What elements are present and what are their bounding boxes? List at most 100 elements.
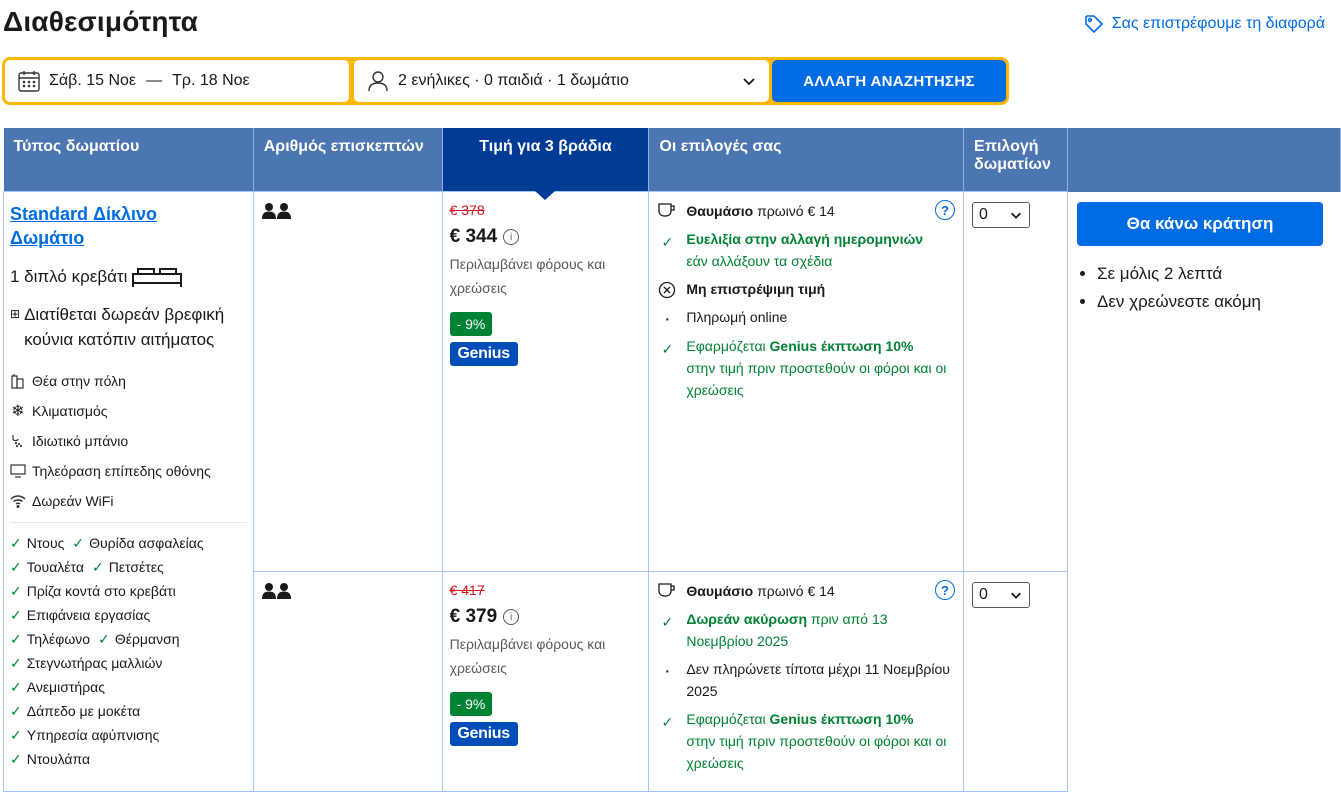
room-type-cell: Standard Δίκλινο Δωμάτιο 1 διπλό κρεβάτι … — [3, 191, 254, 792]
check-icon: ✓ — [10, 726, 22, 743]
amenity-item: ✓ Πετσέτες — [91, 558, 164, 576]
genius-discount-option: ✓ Εφαρμόζεται Genius έκπτωση 10% στην τιμ… — [656, 708, 956, 774]
shower-icon — [12, 435, 23, 448]
original-price: € 378 — [449, 202, 485, 218]
info-icon[interactable]: i — [503, 609, 520, 625]
amenity-item: ✓ Τουαλέτα — [10, 558, 84, 576]
options-cell: ? Θαυμάσιο πρωινό € 14 ✓ Δωρεάν ακύρωση … — [648, 571, 965, 792]
chevron-down-icon — [1011, 212, 1022, 219]
checkmark-icon: ✓ — [661, 614, 674, 630]
page-title: Διαθεσιμότητα — [3, 6, 199, 37]
tv-icon — [10, 464, 26, 478]
genius-badge: Genius — [449, 342, 518, 366]
facility-item: Τηλεόραση επίπεδης οθόνης — [10, 456, 247, 486]
checkmark-icon: ✓ — [661, 714, 674, 730]
header-options: Οι επιλογές σας — [648, 128, 965, 192]
check-icon: ✓ — [72, 534, 85, 551]
coffee-cup-icon — [656, 580, 678, 602]
flexibility-option: ✓ Ευελιξία στην αλλαγή ημερομηνιών εάν αλ… — [656, 228, 956, 272]
facility-item: ❄ Κλιματισμός — [11, 403, 108, 420]
price-cell: € 378 € 344 i Περιλαμβάνει φόρους και χρε… — [441, 191, 650, 572]
room-name-link[interactable]: Standard Δίκλινο Δωμάτιο — [10, 202, 247, 250]
nonrefundable-option: Μη επιστρέψιμη τιμή — [656, 278, 956, 300]
facility-item: Δωρεάν WiFi — [10, 486, 247, 516]
two-guests-icon — [261, 582, 434, 600]
guests-cell — [252, 571, 443, 792]
chevron-down-icon — [1011, 592, 1022, 599]
info-icon[interactable]: i — [503, 229, 520, 245]
crib-label: Διατίθεται δωρεάν βρεφική κούνια κατόπιν… — [24, 305, 225, 349]
breakfast-option: Θαυμάσιο πρωινό € 14 — [656, 580, 956, 602]
checkout-date: Τρ. 18 Νοε — [172, 72, 250, 89]
divider — [10, 522, 247, 523]
date-picker[interactable]: Σάβ. 15 Νοε — Τρ. 18 Νοε — [5, 60, 349, 102]
genius-discount-option: ✓ Εφαρμόζεται Genius έκπτωση 10% στην τιμ… — [656, 335, 956, 401]
facility-item: Ιδιωτικό μπάνιο — [10, 426, 247, 456]
calendar-icon — [17, 69, 41, 93]
check-icon: ✓ — [91, 558, 104, 575]
booking-note: Σε μόλις 2 λεπτά — [1097, 260, 1332, 288]
amenity-item: ✓ Επιφάνεια εργασίας — [10, 606, 151, 624]
amenity-item: ✓ Θέρμανση — [98, 630, 180, 648]
facility-item: Θέα στην πόλη — [10, 366, 247, 396]
rooms-table: Τύπος δωματίου Αριθμός επισκεπτών Τιμή γ… — [3, 128, 1341, 792]
person-icon — [366, 69, 390, 93]
help-icon[interactable]: ? — [935, 580, 956, 600]
breakfast-option: Θαυμάσιο πρωινό € 14 — [656, 200, 956, 222]
bullet-icon: · — [664, 660, 671, 682]
room-quantity-select[interactable]: 0 — [972, 582, 1031, 608]
amenity-item: ✓ Πρίζα κοντά στο κρεβάτι — [10, 582, 176, 600]
amenity-item: ✓ Στεγνωτήρας μαλλιών — [10, 654, 163, 672]
crib-info: ⊞ Διατίθεται δωρεάν βρεφική κούνια κατόπ… — [10, 302, 247, 352]
price-match-label: Σας επιστρέφουμε τη διαφορά — [1111, 15, 1325, 32]
select-rooms-cell: 0 — [963, 191, 1068, 572]
booking-note: Δεν χρεώνεστε ακόμη — [1097, 288, 1332, 316]
current-price: € 379 i — [450, 606, 642, 628]
guests-selector[interactable]: 2 ενήλικες · 0 παιδιά · 1 δωμάτιο — [354, 60, 769, 102]
reserve-button[interactable]: Θα κάνω κράτηση — [1077, 201, 1323, 246]
amenity-item: ✓ Υπηρεσία αφύπνισης — [10, 726, 160, 744]
chevron-down-icon — [743, 78, 755, 86]
free-cancellation-option: ✓ Δωρεάν ακύρωση πριν από 13 Νοεμβρίου 2… — [656, 608, 956, 652]
check-icon: ✓ — [10, 558, 22, 575]
room-quantity-select[interactable]: 0 — [972, 202, 1031, 228]
price-match-link[interactable]: Σας επιστρέφουμε τη διαφορά — [1084, 14, 1325, 34]
two-guests-icon — [261, 202, 434, 220]
wifi-icon — [10, 495, 26, 508]
check-icon: ✓ — [10, 750, 22, 767]
check-icon: ✓ — [10, 582, 22, 599]
amenity-item: ✓ Ντουλάπα — [10, 750, 91, 768]
discount-badge: - 9% — [449, 312, 493, 336]
amenities-list: ✓ Ντους ✓ Θυρίδα ασφαλείας ✓ Τουαλέτα ✓ Πετσέτ… — [4, 531, 253, 771]
double-bed-icon — [132, 268, 183, 287]
discount-badge: - 9% — [449, 692, 493, 716]
check-icon: ✓ — [98, 630, 110, 647]
header-room-type: Τύπος δωματίου — [3, 128, 254, 192]
help-icon[interactable]: ? — [935, 200, 956, 220]
bullet-icon: · — [664, 308, 671, 330]
bed-info: 1 διπλό κρεβάτι — [10, 266, 247, 288]
check-icon: ✓ — [10, 534, 22, 551]
amenity-item: ✓ Τηλέφωνο — [10, 630, 91, 648]
taxes-note: Περιλαμβάνει φόρους και χρεώσεις — [449, 256, 606, 296]
header-price: Τιμή για 3 βράδια — [442, 128, 650, 200]
booking-cell: Θα κάνω κράτηση Σε μόλις 2 λεπτά Δεν χρε… — [1068, 192, 1341, 792]
change-search-button[interactable]: ΑΛΛΑΓΗ ΑΝΑΖΗΤΗΣΗΣ — [772, 60, 1006, 102]
check-icon: ✓ — [10, 630, 22, 647]
booking-notes: Σε μόλις 2 λεπτά Δεν χρεώνεστε ακόμη — [1097, 260, 1332, 316]
check-icon: ✓ — [10, 606, 22, 623]
taxes-note: Περιλαμβάνει φόρους και χρεώσεις — [449, 636, 606, 676]
select-rooms-cell: 0 — [963, 571, 1068, 792]
guests-cell — [252, 191, 443, 572]
date-separator: — — [146, 72, 163, 89]
search-bar: Σάβ. 15 Νοε — Τρ. 18 Νοε 2 ενήλικες · 0 … — [2, 57, 1009, 105]
options-cell: ? Θαυμάσιο πρωινό € 14 ✓ Ευελιξία στην α… — [648, 191, 965, 572]
coffee-cup-icon — [656, 200, 678, 222]
check-icon: ✓ — [10, 702, 22, 719]
amenity-item: ✓ Ανεμιστήρας — [10, 678, 105, 696]
header-empty — [1067, 128, 1341, 192]
checkmark-icon: ✓ — [661, 341, 674, 357]
snowflake-icon: ❄ — [11, 403, 25, 420]
checkmark-icon: ✓ — [661, 234, 674, 250]
price-cell: € 417 € 379 i Περιλαμβάνει φόρους και χρε… — [441, 571, 650, 792]
